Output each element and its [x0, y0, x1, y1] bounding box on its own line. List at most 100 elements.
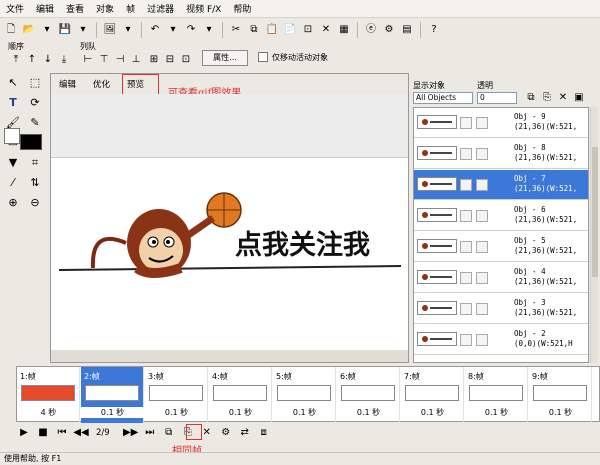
animation-wizard-icon[interactable]: ⚙: [381, 22, 397, 38]
move-up-icon[interactable]: ⤒: [8, 52, 24, 68]
object-list-scrollbar[interactable]: [590, 107, 598, 363]
menu-video-fx[interactable]: 视频 F/X: [186, 2, 221, 15]
object-row[interactable]: Obj - 9 (21,36)(W:521,: [414, 108, 588, 138]
object-row[interactable]: Obj - 3 (21,36)(W:521,: [414, 294, 588, 324]
move-down-icon[interactable]: ↓: [40, 52, 56, 68]
frame-cell[interactable]: 1:帧 4 秒: [17, 367, 80, 423]
opacity-input[interactable]: 0: [477, 92, 517, 104]
visibility-toggle[interactable]: [460, 117, 472, 129]
dropdown-arrow-icon[interactable]: ▾: [75, 22, 91, 38]
copy-icon[interactable]: ⧉: [246, 22, 262, 38]
object-properties-icon[interactable]: ▣: [571, 90, 587, 106]
visibility-toggle[interactable]: [460, 241, 472, 253]
lock-toggle[interactable]: [476, 117, 488, 129]
foreground-color-swatch[interactable]: [20, 134, 42, 150]
object-row[interactable]: Obj - 2 (0,0)(W:521,H: [414, 325, 588, 355]
redo-icon[interactable]: ↷: [183, 22, 199, 38]
undo-icon[interactable]: ↶: [147, 22, 163, 38]
frame-cell-selected[interactable]: 2:帧 0.1 秒: [81, 367, 144, 423]
move-top-icon[interactable]: ↑: [24, 52, 40, 68]
menu-filter[interactable]: 过滤器: [147, 2, 174, 15]
center-icon[interactable]: ⊡: [178, 52, 194, 68]
frame-delay[interactable]: 0.1 秒: [465, 407, 528, 418]
frame-delay[interactable]: 0.1 秒: [145, 407, 208, 418]
visibility-toggle[interactable]: [460, 210, 472, 222]
frame-cell[interactable]: 4:帧 0.1 秒: [209, 367, 272, 423]
last-frame-icon[interactable]: ⏭: [142, 425, 158, 441]
menu-edit[interactable]: 编辑: [36, 2, 54, 15]
frame-delay[interactable]: 0.1 秒: [273, 407, 336, 418]
lock-toggle[interactable]: [476, 303, 488, 315]
delete-object-icon[interactable]: ✕: [555, 90, 571, 106]
tab-edit[interactable]: 编辑: [59, 78, 76, 90]
visibility-toggle[interactable]: [460, 148, 472, 160]
frame-cell[interactable]: 7:帧 0.1 秒: [401, 367, 464, 423]
align-bottom-icon[interactable]: ⊥: [128, 52, 144, 68]
crop-icon[interactable]: ⊡: [300, 22, 316, 38]
align-right-icon[interactable]: ⊣: [112, 52, 128, 68]
delete-icon[interactable]: ✕: [318, 22, 334, 38]
browser-preview-icon[interactable]: ⓔ: [363, 22, 379, 38]
reverse-frames-icon[interactable]: ⇄: [237, 425, 253, 441]
frame-cell[interactable]: 9:帧 0.1 秒: [529, 367, 592, 423]
dropdown-arrow-icon[interactable]: ▾: [120, 22, 136, 38]
align-top-icon[interactable]: ⊤: [96, 52, 112, 68]
paste-special-icon[interactable]: 📄: [282, 22, 298, 38]
new-frame-icon[interactable]: ⧉: [161, 425, 177, 441]
rotate-icon[interactable]: ⟳: [26, 93, 44, 111]
frame-cell[interactable]: 8:帧 0.1 秒: [465, 367, 528, 423]
add-image-icon[interactable]: 🖼: [102, 22, 118, 38]
menu-frame[interactable]: 帧: [126, 2, 135, 15]
distribute-v-icon[interactable]: ⊟: [162, 52, 178, 68]
distribute-h-icon[interactable]: ⊞: [146, 52, 162, 68]
object-row[interactable]: Obj - 6 (21,36)(W:521,: [414, 201, 588, 231]
prev-frame-icon[interactable]: ◀◀: [73, 425, 89, 441]
menu-file[interactable]: 文件: [6, 2, 24, 15]
object-row[interactable]: Obj - 4 (21,36)(W:521,: [414, 263, 588, 293]
dropdown-arrow-icon[interactable]: ▾: [165, 22, 181, 38]
frame-cell[interactable]: 6:帧 0.1 秒: [337, 367, 400, 423]
canvas-horizontal-scrollbar[interactable]: [51, 350, 408, 362]
visibility-eye-icon[interactable]: [460, 334, 472, 346]
stop-icon[interactable]: ■: [35, 425, 51, 441]
frame-delay[interactable]: 0.1 秒: [81, 407, 144, 418]
open-folder-icon[interactable]: 📂: [21, 22, 37, 38]
tab-optimize[interactable]: 优化: [93, 78, 110, 90]
zoom-out-icon[interactable]: ⊖: [26, 193, 44, 211]
object-row-selected[interactable]: Obj - 7 (21,36)(W:521,: [414, 170, 588, 200]
play-icon[interactable]: ▶: [16, 425, 32, 441]
frame-delay[interactable]: 0.1 秒: [401, 407, 464, 418]
visibility-toggle[interactable]: [460, 303, 472, 315]
help-pointer-icon[interactable]: ?: [426, 22, 442, 38]
flip-icon[interactable]: ⇅: [26, 173, 44, 191]
select-all-icon[interactable]: ▦: [336, 22, 352, 38]
menu-object[interactable]: 对象: [96, 2, 114, 15]
banner-icon[interactable]: ▤: [399, 22, 415, 38]
frame-delay[interactable]: 0.1 秒: [337, 407, 400, 418]
cut-icon[interactable]: ✂: [228, 22, 244, 38]
select-arrow-icon[interactable]: ↖: [4, 73, 22, 91]
menu-help[interactable]: 帮助: [233, 2, 251, 15]
object-row[interactable]: Obj - 5 (21,36)(W:521,: [414, 232, 588, 262]
frame-delay[interactable]: 0.1 秒: [209, 407, 272, 418]
duplicate-object-icon[interactable]: ⎘: [539, 90, 555, 106]
align-left-icon[interactable]: ⊢: [80, 52, 96, 68]
visibility-toggle[interactable]: [460, 272, 472, 284]
crop-tool-icon[interactable]: ⌗: [26, 153, 44, 171]
lock-toggle[interactable]: [476, 272, 488, 284]
lock-toggle[interactable]: [476, 241, 488, 253]
next-frame-icon[interactable]: ▶▶: [123, 425, 139, 441]
object-row[interactable]: Obj - 8 (21,36)(W:521,: [414, 139, 588, 169]
dropdown-arrow-icon[interactable]: ▾: [39, 22, 55, 38]
eyedropper-icon[interactable]: ⁄: [4, 173, 22, 191]
new-object-icon[interactable]: ⧉: [523, 90, 539, 106]
pencil-icon[interactable]: ✎: [26, 113, 44, 131]
lock-toggle[interactable]: [476, 334, 488, 346]
frame-cell[interactable]: 3:帧 0.1 秒: [145, 367, 208, 423]
move-bottom-icon[interactable]: ⤓: [56, 52, 72, 68]
merge-frames-icon[interactable]: ⧈: [256, 425, 272, 441]
save-icon[interactable]: 💾: [57, 22, 73, 38]
properties-button[interactable]: 属性...: [202, 50, 248, 66]
frame-properties-icon[interactable]: ⚙: [218, 425, 234, 441]
dropdown-arrow-icon[interactable]: ▾: [201, 22, 217, 38]
